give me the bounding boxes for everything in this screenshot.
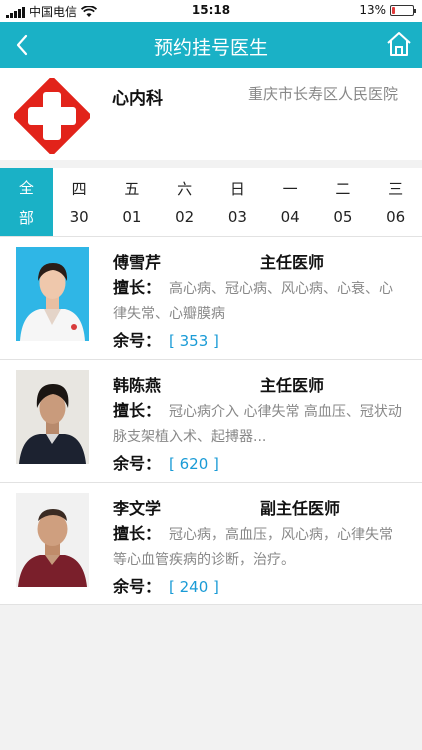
doctor-specialty: 擅长： 冠心病介入 心律失常 高血压、冠状动脉支架植入术、起搏器... (113, 398, 403, 450)
doctor-list: 傅雪芹 主任医师 擅长： 高心病、冠心病、风心病、心衰、心律失常、心瓣膜病 余号：… (0, 236, 422, 605)
tab-date: 02 (175, 208, 195, 226)
status-right: 13% (359, 3, 416, 17)
tab-date: 30 (69, 208, 89, 226)
specialty-label: 擅长： (113, 524, 162, 543)
date-tab-30[interactable]: 四 30 (53, 168, 106, 236)
doctor-photo (16, 493, 89, 587)
tab-date: 05 (333, 208, 353, 226)
specialty-label: 擅长： (113, 278, 162, 297)
date-tabs: 全 部 四 30 五 01 六 02 日 03 一 04 二 05 三 06 (0, 168, 422, 236)
tab-date: 03 (227, 208, 247, 226)
remaining-label: 余号： (113, 331, 162, 350)
date-tab-all[interactable]: 全 部 (0, 168, 53, 236)
remaining-label: 余号： (113, 577, 162, 596)
doctor-title: 副主任医师 (260, 499, 341, 518)
hospital-name: 重庆市长寿区人民医院 (247, 85, 398, 103)
department-header: 心内科 重庆市长寿区人民医院 (0, 68, 422, 160)
tab-date: 01 (122, 208, 142, 226)
tab-top-label: 全 (18, 178, 34, 197)
battery-icon (390, 4, 416, 16)
tab-weekday: 二 (335, 180, 351, 198)
remaining-count: [ 620 ] (169, 455, 219, 473)
doctor-specialty: 擅长： 冠心病，高血压，风心病，心律失常等心血管疾病的诊断，治疗。 (113, 521, 403, 573)
home-icon[interactable] (386, 30, 412, 58)
doctor-remaining: 余号： [ 353 ] (113, 327, 219, 351)
tab-weekday: 一 (282, 180, 298, 198)
remaining-count: [ 353 ] (169, 332, 219, 350)
specialty-label: 擅长： (113, 401, 162, 420)
tab-date: 06 (386, 208, 406, 226)
date-tab-06[interactable]: 三 06 (369, 168, 422, 236)
doctor-specialty: 擅长： 高心病、冠心病、风心病、心衰、心律失常、心瓣膜病 (113, 275, 403, 327)
status-bar: 中国电信 15:18 13% (0, 0, 422, 22)
doctor-list-item[interactable]: 李文学 副主任医师 擅长： 冠心病，高血压，风心病，心律失常等心血管疾病的诊断，治… (0, 482, 422, 605)
date-tab-02[interactable]: 六 02 (158, 168, 211, 236)
tab-weekday: 三 (388, 180, 404, 198)
battery-percent: 13% (359, 3, 386, 17)
doctor-photo (16, 247, 89, 341)
doctor-name: 韩陈燕 (113, 376, 162, 395)
doctor-list-item[interactable]: 傅雪芹 主任医师 擅长： 高心病、冠心病、风心病、心衰、心律失常、心瓣膜病 余号：… (0, 236, 422, 359)
tab-weekday: 日 (229, 180, 245, 198)
doctor-list-item[interactable]: 韩陈燕 主任医师 擅长： 冠心病介入 心律失常 高血压、冠状动脉支架植入术、起搏器… (0, 359, 422, 482)
tab-weekday: 四 (71, 180, 87, 198)
date-tab-04[interactable]: 一 04 (264, 168, 317, 236)
battery-fill (392, 6, 395, 14)
department-name: 心内科 (112, 89, 163, 109)
page-title: 预约挂号医生 (153, 37, 268, 59)
tab-date: 04 (280, 208, 300, 226)
date-tab-03[interactable]: 日 03 (211, 168, 264, 236)
remaining-count: [ 240 ] (169, 578, 219, 596)
doctor-remaining: 余号： [ 240 ] (113, 573, 219, 597)
tab-weekday: 六 (177, 180, 193, 198)
nav-bar: 预约挂号医生 (0, 22, 422, 68)
doctor-photo (16, 370, 89, 464)
remaining-label: 余号： (113, 454, 162, 473)
tab-bottom-label: 部 (18, 208, 34, 227)
doctor-name: 傅雪芹 (113, 253, 162, 272)
hospital-cross-logo (14, 78, 90, 154)
tab-weekday: 五 (124, 180, 140, 198)
date-tab-05[interactable]: 二 05 (317, 168, 370, 236)
doctor-title: 主任医师 (260, 253, 325, 272)
doctor-remaining: 余号： [ 620 ] (113, 450, 219, 474)
doctor-title: 主任医师 (260, 376, 325, 395)
doctor-name: 李文学 (113, 499, 162, 518)
date-tab-01[interactable]: 五 01 (106, 168, 159, 236)
